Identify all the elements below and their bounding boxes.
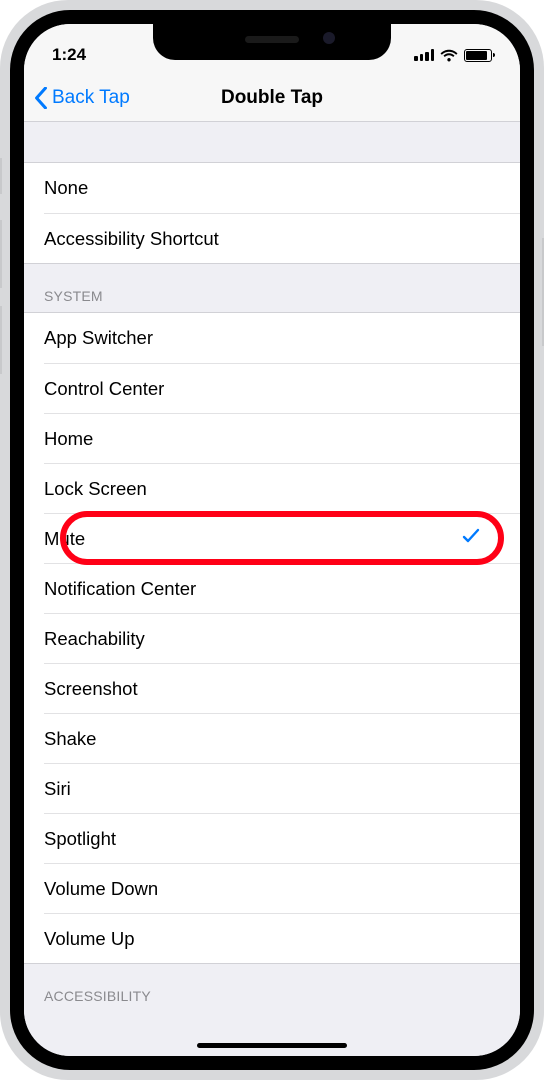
- screen: 1:24: [24, 24, 520, 1056]
- option-label: Accessibility Shortcut: [44, 228, 480, 250]
- option-accessibility-shortcut[interactable]: Accessibility Shortcut: [44, 213, 520, 263]
- option-label: Notification Center: [44, 578, 480, 600]
- navigation-bar: Back Tap Double Tap: [24, 74, 520, 122]
- checkmark-icon: [462, 527, 480, 551]
- section-spacer: [24, 122, 520, 162]
- option-none[interactable]: None: [24, 163, 520, 213]
- home-indicator[interactable]: [197, 1043, 347, 1048]
- option-label: App Switcher: [44, 327, 500, 349]
- option-home[interactable]: Home: [44, 413, 520, 463]
- option-label: Home: [44, 428, 480, 450]
- cellular-signal-icon: [414, 49, 434, 61]
- volume-down-button: [0, 306, 2, 374]
- option-volume-down[interactable]: Volume Down: [44, 863, 520, 913]
- section-header-system: SYSTEM: [24, 264, 520, 312]
- option-notification-center[interactable]: Notification Center: [44, 563, 520, 613]
- option-mute[interactable]: Mute: [44, 513, 520, 563]
- option-label: Siri: [44, 778, 480, 800]
- option-label: Screenshot: [44, 678, 480, 700]
- wifi-icon: [440, 49, 458, 62]
- option-label: Control Center: [44, 378, 480, 400]
- device-frame: 1:24: [0, 0, 544, 1080]
- volume-up-button: [0, 220, 2, 288]
- device-bezel: 1:24: [10, 10, 534, 1070]
- section-header-accessibility: ACCESSIBILITY: [24, 964, 520, 1012]
- option-reachability[interactable]: Reachability: [44, 613, 520, 663]
- option-control-center[interactable]: Control Center: [44, 363, 520, 413]
- back-button[interactable]: Back Tap: [34, 87, 130, 109]
- option-lock-screen[interactable]: Lock Screen: [44, 463, 520, 513]
- status-icons: [414, 49, 492, 62]
- option-label: Volume Up: [44, 928, 480, 950]
- option-volume-up[interactable]: Volume Up: [44, 913, 520, 963]
- page-title: Double Tap: [221, 87, 323, 109]
- list-system: App Switcher Control Center Home Lock Sc…: [24, 312, 520, 964]
- option-screenshot[interactable]: Screenshot: [44, 663, 520, 713]
- back-label: Back Tap: [52, 87, 130, 109]
- option-label: Lock Screen: [44, 478, 480, 500]
- chevron-left-icon: [34, 87, 48, 109]
- option-app-switcher[interactable]: App Switcher: [24, 313, 520, 363]
- option-spotlight[interactable]: Spotlight: [44, 813, 520, 863]
- status-time: 1:24: [52, 45, 86, 65]
- list-top: None Accessibility Shortcut: [24, 162, 520, 264]
- option-label: Shake: [44, 728, 480, 750]
- option-label: Spotlight: [44, 828, 480, 850]
- option-label: Volume Down: [44, 878, 480, 900]
- silence-switch: [0, 158, 2, 194]
- content[interactable]: None Accessibility Shortcut SYSTEM App S…: [24, 122, 520, 1056]
- battery-icon: [464, 49, 492, 62]
- option-label: None: [44, 177, 500, 199]
- option-shake[interactable]: Shake: [44, 713, 520, 763]
- option-siri[interactable]: Siri: [44, 763, 520, 813]
- option-label: Reachability: [44, 628, 480, 650]
- notch: [153, 24, 391, 60]
- option-label: Mute: [44, 528, 462, 550]
